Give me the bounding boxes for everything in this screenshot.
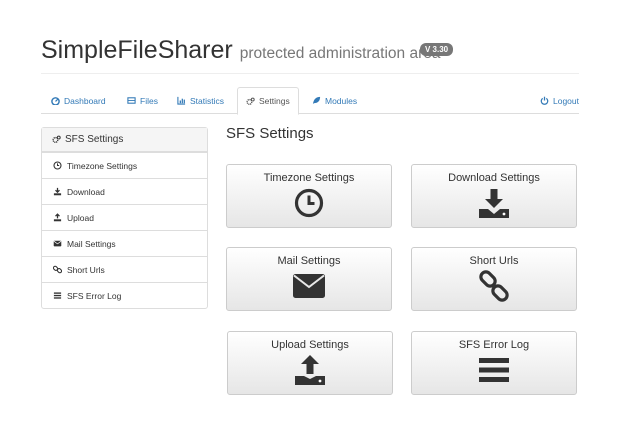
tab-statistics[interactable]: Statistics [177,87,224,114]
sidebar-item-label: Upload [67,212,94,223]
tab-settings-label: Settings [259,96,290,106]
page-header: SimpleFileSharer protected administratio… [41,36,441,65]
link-icon [479,270,509,302]
card-label: Mail Settings [277,255,341,267]
gears-icon [52,135,61,143]
sidebar-header: SFS Settings [42,128,207,152]
page-title: SFS Settings [226,125,314,142]
nav-tabs: Dashboard Files Statistics Settings Modu… [41,87,579,115]
tab-dashboard-label: Dashboard [64,95,106,106]
upload-icon [53,213,62,222]
sidebar-item-download[interactable]: Download [42,178,207,204]
mail-settings-button[interactable]: Mail Settings [226,247,392,311]
download-icon [479,189,509,218]
card-label: Short Urls [469,255,519,267]
app-title: SimpleFileSharer [41,36,233,64]
sidebar-item-timezone[interactable]: Timezone Settings [42,152,207,178]
sidebar-item-label: Short Urls [67,264,105,275]
download-icon [53,187,62,196]
sidebar-item-short-urls[interactable]: Short Urls [42,256,207,282]
sidebar-item-label: Download [67,186,105,197]
sidebar-item-upload[interactable]: Upload [42,204,207,230]
sidebar-title: SFS Settings [65,134,124,145]
card-label: Timezone Settings [263,172,355,184]
app-subtitle: protected administration area [239,45,441,62]
logout-label: Logout [553,95,579,106]
bar-chart-icon [177,96,186,105]
clock-icon [53,161,62,170]
power-icon [540,96,549,105]
dashboard-icon [51,97,60,105]
tab-modules[interactable]: Modules [312,87,357,114]
envelope-icon [53,240,62,247]
sidebar-item-mail[interactable]: Mail Settings [42,230,207,256]
gears-icon [246,97,255,105]
short-urls-button[interactable]: Short Urls [411,247,577,311]
header-divider [41,73,579,74]
tab-settings[interactable]: Settings [237,87,299,115]
link-icon [53,265,62,274]
leaf-icon [312,96,321,105]
tab-statistics-label: Statistics [190,95,225,106]
sidebar-item-label: Mail Settings [67,238,116,249]
clock-icon [294,188,324,218]
list-icon [53,292,62,299]
tab-files[interactable]: Files [127,87,158,114]
tab-modules-label: Modules [325,95,358,106]
card-label: Upload Settings [271,339,349,351]
files-icon [127,97,136,104]
list-icon [479,358,509,382]
tab-files-label: Files [140,95,158,106]
logout-link[interactable]: Logout [540,87,579,114]
upload-icon [295,355,325,385]
version-badge: V 3.30 [420,43,454,56]
settings-sidebar: SFS Settings Timezone Settings Download … [41,127,208,309]
download-settings-button[interactable]: Download Settings [411,164,577,228]
sfs-error-log-button[interactable]: SFS Error Log [411,331,577,395]
timezone-settings-button[interactable]: Timezone Settings [226,164,392,228]
card-label: SFS Error Log [458,339,530,351]
sidebar-item-error-log[interactable]: SFS Error Log [42,282,207,308]
card-label: Download Settings [448,172,540,184]
sidebar-item-label: Timezone Settings [67,160,138,171]
sidebar-item-label: SFS Error Log [67,290,122,301]
tab-dashboard[interactable]: Dashboard [51,87,106,114]
upload-settings-button[interactable]: Upload Settings [227,331,393,395]
envelope-icon [293,274,325,298]
